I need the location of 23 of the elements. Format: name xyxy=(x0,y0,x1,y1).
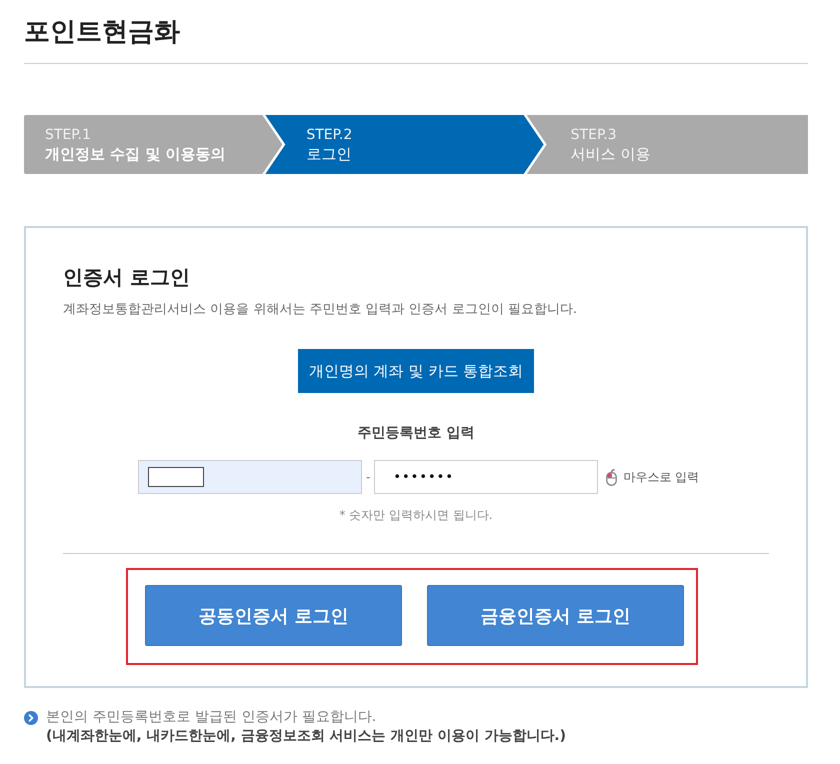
id-number-label: 주민등록번호 입력 xyxy=(358,424,474,443)
step-label: 서비스 이용 xyxy=(570,144,650,164)
step-label: 개인정보 수집 및 이용동의 xyxy=(45,144,226,164)
mouse-input-link[interactable]: 마우스로 입력 xyxy=(623,468,700,486)
mouse-icon[interactable] xyxy=(606,468,618,486)
step-label: 로그인 xyxy=(306,144,352,164)
panel-description: 계좌정보통합관리서비스 이용을 위해서는 주민번호 입력과 인증서 로그인이 필요합니다. xyxy=(63,301,578,319)
input-hint: * 숫자만 입력하시면 됩니다. xyxy=(339,507,493,524)
chevron-circle-icon xyxy=(24,711,38,725)
certificate-login-button[interactable]: 금융인증서 로그인 xyxy=(427,585,684,646)
panel-title: 인증서 로그인 xyxy=(63,264,190,290)
lookup-button[interactable]: 개인명의 계좌 및 카드 통합조회 xyxy=(298,349,534,393)
note-text: 본인의 주민등록번호로 발급된 인증서가 필요합니다. xyxy=(46,708,378,727)
inner-input-box xyxy=(148,467,204,487)
step-number: STEP.2 xyxy=(306,126,352,144)
step-number: STEP.3 xyxy=(570,126,617,144)
page-title: 포인트현금화 xyxy=(24,16,180,49)
password-field[interactable]: ••••••• xyxy=(374,460,598,494)
certificate-login-button[interactable]: 공동인증서 로그인 xyxy=(145,585,402,646)
step-number: STEP.1 xyxy=(45,126,91,144)
dash-separator: - xyxy=(366,469,370,485)
note-text: (내계좌한눈에, 내카드한눈에, 금융정보조회 서비스는 개인만 이용이 가능합니다.) xyxy=(46,727,566,746)
input-field[interactable] xyxy=(138,460,362,494)
